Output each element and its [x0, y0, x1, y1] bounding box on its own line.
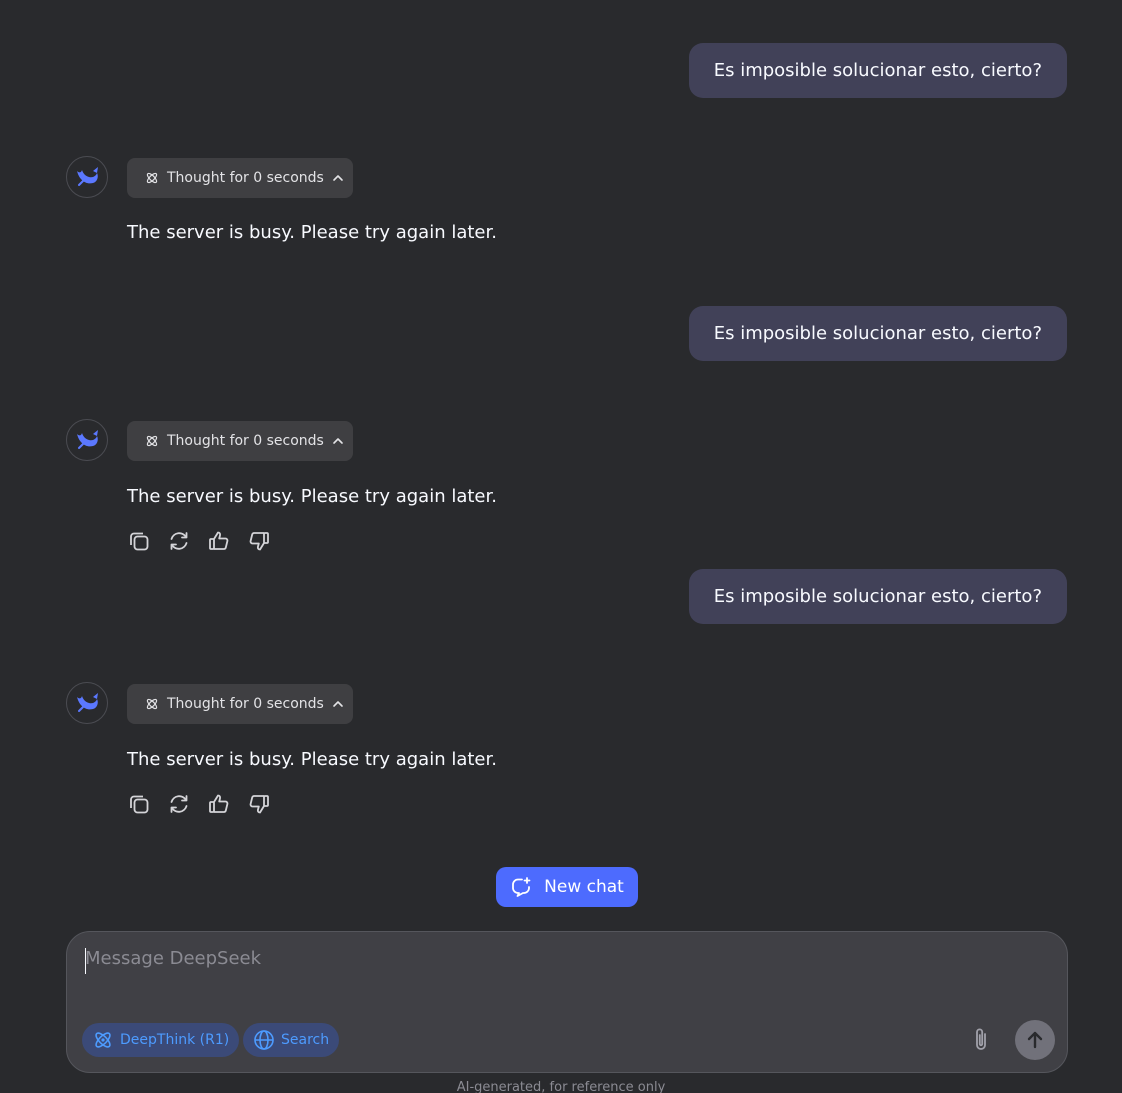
- thumbs-up-icon: [209, 531, 229, 550]
- thought-toggle[interactable]: Thought for 0 seconds: [127, 684, 353, 724]
- deepthink-toggle[interactable]: DeepThink (R1): [82, 1023, 240, 1057]
- user-message: Es imposible solucionar esto, cierto?: [688, 306, 1067, 361]
- thumbs-down-button[interactable]: [247, 529, 271, 553]
- message-actions: [127, 792, 271, 816]
- new-chat-label: New chat: [544, 877, 624, 897]
- globe-icon: [254, 1030, 274, 1050]
- new-chat-icon: [512, 877, 531, 897]
- copy-button[interactable]: [127, 529, 151, 553]
- thought-toggle[interactable]: Thought for 0 seconds: [127, 158, 353, 198]
- thumbs-up-icon: [209, 794, 229, 813]
- attach-button[interactable]: [965, 1024, 997, 1056]
- disclaimer-text: AI-generated, for reference only: [456, 1080, 666, 1093]
- message-input[interactable]: [83, 946, 1047, 990]
- thought-label: Thought for 0 seconds: [167, 170, 324, 186]
- regenerate-button[interactable]: [167, 529, 191, 553]
- deepseek-whale-icon: [77, 430, 98, 449]
- deepseek-avatar: [66, 156, 108, 198]
- deepseek-avatar: [66, 419, 108, 461]
- thought-label: Thought for 0 seconds: [167, 696, 324, 712]
- atom-icon: [146, 172, 158, 184]
- chevron-up-icon: [333, 438, 343, 444]
- deepseek-whale-icon: [77, 693, 98, 712]
- thumbs-up-button[interactable]: [207, 529, 231, 553]
- new-chat-button[interactable]: New chat: [496, 867, 638, 907]
- thumbs-down-icon: [249, 532, 269, 551]
- copy-icon: [130, 532, 149, 551]
- thumbs-down-icon: [249, 795, 269, 814]
- assistant-message: The server is busy. Please try again lat…: [127, 222, 497, 243]
- message-composer: DeepThink (R1) Search: [66, 931, 1068, 1073]
- regenerate-icon: [170, 795, 188, 813]
- thought-label: Thought for 0 seconds: [167, 433, 324, 449]
- arrow-up-icon: [1027, 1031, 1043, 1049]
- thumbs-up-button[interactable]: [207, 792, 231, 816]
- thumbs-down-button[interactable]: [247, 792, 271, 816]
- deepthink-label: DeepThink (R1): [120, 1032, 230, 1048]
- assistant-message: The server is busy. Please try again lat…: [127, 486, 497, 507]
- thought-toggle[interactable]: Thought for 0 seconds: [127, 421, 353, 461]
- user-message: Es imposible solucionar esto, cierto?: [688, 43, 1067, 98]
- chevron-up-icon: [333, 175, 343, 181]
- atom-icon: [146, 435, 158, 447]
- atom-icon: [95, 1032, 111, 1048]
- paperclip-icon: [976, 1028, 986, 1050]
- search-toggle[interactable]: Search: [243, 1023, 340, 1057]
- message-actions: [127, 529, 271, 553]
- assistant-message: The server is busy. Please try again lat…: [127, 749, 497, 770]
- regenerate-icon: [170, 532, 188, 550]
- atom-icon: [146, 698, 158, 710]
- user-message: Es imposible solucionar esto, cierto?: [688, 569, 1067, 624]
- chevron-up-icon: [333, 701, 343, 707]
- regenerate-button[interactable]: [167, 792, 191, 816]
- chat-app: Es imposible solucionar esto, cierto? Th…: [0, 0, 1122, 1093]
- search-label: Search: [281, 1032, 330, 1048]
- copy-button[interactable]: [127, 792, 151, 816]
- deepseek-whale-icon: [77, 167, 98, 186]
- deepseek-avatar: [66, 682, 108, 724]
- send-button[interactable]: [1015, 1020, 1055, 1060]
- text-caret: [85, 948, 86, 974]
- copy-icon: [130, 795, 149, 814]
